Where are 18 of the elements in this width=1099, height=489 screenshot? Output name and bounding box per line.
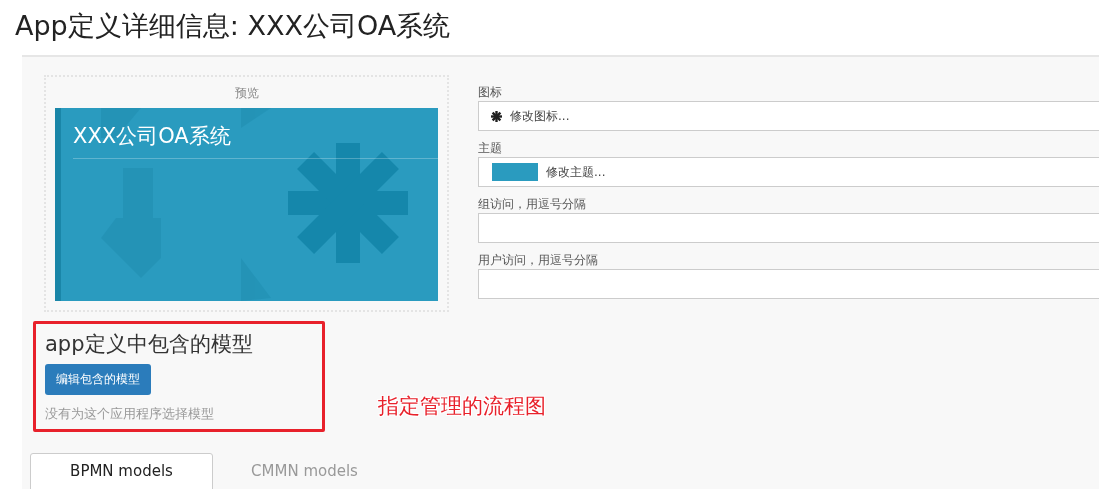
icon-picker[interactable]: 修改图标... (478, 101, 1099, 131)
field-label: 组访问，用逗号分隔 (478, 196, 586, 212)
field-label: 图标 (478, 84, 502, 100)
field-label: 主题 (478, 140, 502, 156)
tab[interactable]: BPMN models (30, 453, 213, 489)
field-label: 用户访问，用逗号分隔 (478, 252, 598, 268)
input-field[interactable] (478, 213, 1099, 243)
input-field[interactable] (478, 269, 1099, 299)
theme-swatch (492, 163, 538, 181)
theme-picker[interactable]: 修改主题... (478, 157, 1099, 187)
page-title: App定义详细信息: XXX公司OA系统 (14, 9, 452, 43)
tile-title: XXX公司OA系统 (73, 123, 231, 150)
section-heading: app定义中包含的模型 (45, 331, 253, 358)
asterisk-icon (491, 110, 502, 122)
preview-label: 预览 (234, 85, 259, 102)
edit-models-button[interactable]: 编辑包含的模型 (45, 364, 151, 395)
empty-message: 没有为这个应用程序选择模型 (45, 405, 214, 423)
annotation-text: 指定管理的流程图 (378, 393, 546, 420)
